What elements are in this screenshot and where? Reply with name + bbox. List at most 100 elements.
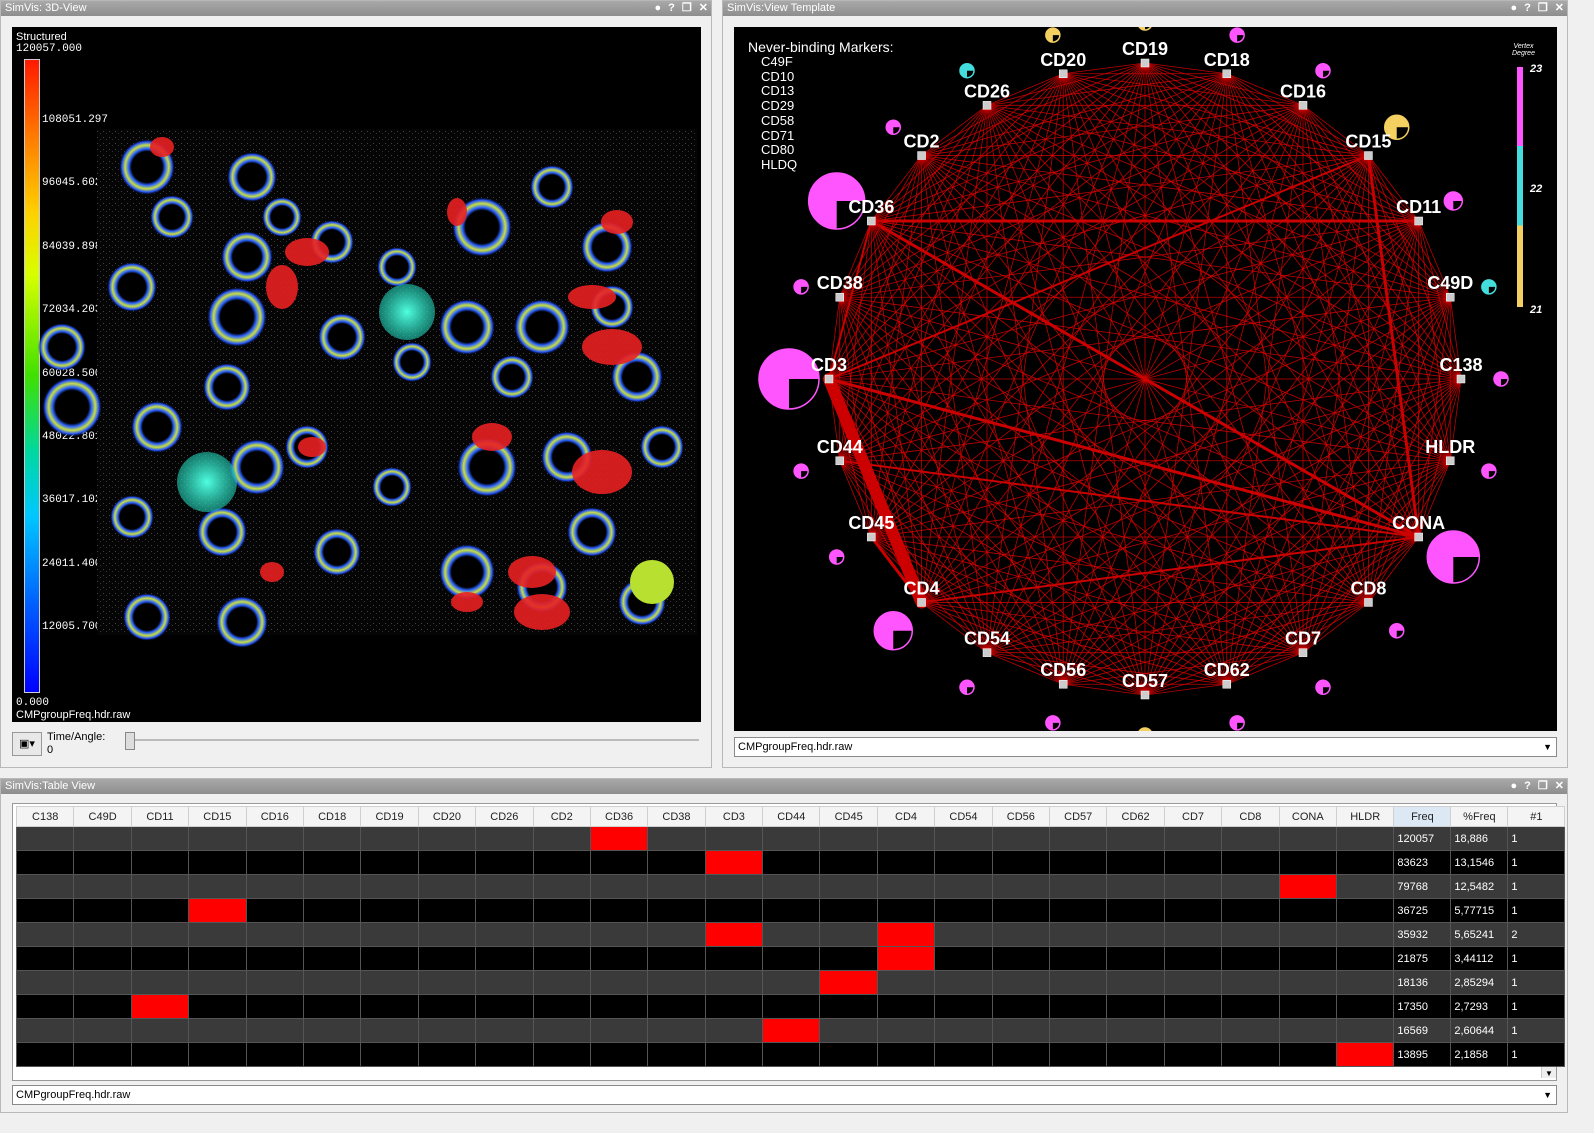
column-header[interactable]: CD7 bbox=[1163, 806, 1223, 827]
column-header[interactable]: CD15 bbox=[188, 806, 247, 827]
column-header[interactable]: Freq bbox=[1393, 806, 1452, 827]
record-icon[interactable]: ● bbox=[655, 1, 662, 16]
column-header[interactable]: HLDR bbox=[1335, 806, 1395, 827]
graph-node[interactable] bbox=[835, 292, 845, 302]
column-header[interactable]: CD45 bbox=[819, 806, 878, 827]
column-header[interactable]: CD3 bbox=[704, 806, 764, 827]
record-icon[interactable]: ● bbox=[1511, 779, 1518, 794]
marker-cell bbox=[302, 898, 362, 923]
column-header[interactable]: CD19 bbox=[360, 806, 419, 827]
graph-node[interactable] bbox=[1058, 69, 1068, 79]
graph-node[interactable] bbox=[1414, 532, 1423, 542]
marker-cell bbox=[1221, 1042, 1280, 1067]
graph-node[interactable] bbox=[867, 532, 876, 542]
marker-cell bbox=[532, 874, 591, 899]
view3d-canvas[interactable]: Structured 120057.000 108051.297 96045.60… bbox=[12, 27, 701, 722]
cell-blob bbox=[318, 313, 366, 361]
graph-node[interactable] bbox=[1364, 151, 1373, 160]
marker-cell bbox=[15, 874, 75, 899]
graph-node[interactable] bbox=[982, 101, 992, 110]
graph-node[interactable] bbox=[1298, 101, 1308, 110]
marker-cell bbox=[1106, 1042, 1165, 1067]
graph-node[interactable] bbox=[867, 216, 876, 226]
cell-blob bbox=[42, 377, 102, 437]
graph-node[interactable] bbox=[1456, 374, 1466, 384]
table-row[interactable]: 16569 2,60644 1 bbox=[15, 1018, 1566, 1043]
column-header[interactable]: CD8 bbox=[1221, 806, 1280, 827]
table-row[interactable]: 83623 13,1546 1 bbox=[15, 850, 1566, 875]
cell-pfreq: 3,44112 bbox=[1450, 946, 1509, 971]
column-header[interactable]: C49D bbox=[73, 806, 132, 827]
column-header[interactable]: #1 bbox=[1507, 806, 1566, 827]
graph-node[interactable] bbox=[1222, 679, 1232, 689]
marker-cell bbox=[417, 1018, 477, 1043]
close-icon[interactable]: ✕ bbox=[699, 1, 708, 16]
time-angle-handle[interactable] bbox=[125, 732, 135, 750]
help-icon[interactable]: ? bbox=[668, 1, 675, 16]
graph-edge bbox=[1144, 602, 1369, 696]
column-header[interactable]: CD16 bbox=[245, 806, 304, 827]
column-header[interactable]: CD56 bbox=[991, 806, 1051, 827]
scroll-down-icon[interactable]: ▼ bbox=[1542, 1069, 1556, 1078]
table-row[interactable]: 36725 5,77715 1 bbox=[15, 898, 1566, 923]
graph-node[interactable] bbox=[1140, 690, 1150, 700]
marker-cell bbox=[188, 1018, 247, 1043]
marker-cell bbox=[934, 850, 993, 875]
marker-cell bbox=[762, 922, 821, 947]
graph-node[interactable] bbox=[982, 648, 992, 657]
graph-node[interactable] bbox=[1445, 456, 1455, 466]
table-row[interactable]: 13895 2,1858 1 bbox=[15, 1042, 1566, 1067]
column-header[interactable]: CONA bbox=[1278, 806, 1337, 827]
table-dataset-select[interactable]: CMPgroupFreq.hdr.raw ▼ bbox=[12, 1085, 1557, 1105]
close-icon[interactable]: ✕ bbox=[1555, 779, 1564, 794]
column-header[interactable]: CD20 bbox=[417, 806, 477, 827]
time-angle-slider[interactable] bbox=[129, 739, 699, 741]
graph-node[interactable] bbox=[1058, 679, 1068, 689]
record-icon[interactable]: ● bbox=[1511, 1, 1518, 16]
never-binding-marker: HLDQ bbox=[761, 156, 798, 172]
column-header[interactable]: CD11 bbox=[130, 806, 190, 827]
column-header[interactable]: CD38 bbox=[647, 806, 706, 827]
column-header[interactable]: CD18 bbox=[302, 806, 362, 827]
column-header[interactable]: CD62 bbox=[1106, 806, 1165, 827]
graph-node[interactable] bbox=[835, 456, 845, 466]
column-header[interactable]: C138 bbox=[15, 806, 75, 827]
marker-cell bbox=[475, 1018, 534, 1043]
graph-canvas[interactable]: CD19 CD18 CD16 CD15 CD11 C49D C138 HLDR CONA CD8 C… bbox=[734, 27, 1557, 731]
column-header[interactable]: CD2 bbox=[532, 806, 591, 827]
camera-button[interactable]: ▣▾ bbox=[12, 732, 42, 756]
graph-node[interactable] bbox=[1222, 69, 1232, 79]
graph-node[interactable] bbox=[1445, 292, 1455, 302]
graph-node[interactable] bbox=[917, 598, 926, 607]
template-dataset-select[interactable]: CMPgroupFreq.hdr.raw ▼ bbox=[734, 737, 1557, 757]
column-header[interactable]: %Freq bbox=[1450, 806, 1509, 827]
column-header[interactable]: CD36 bbox=[589, 806, 649, 827]
column-header[interactable]: CD57 bbox=[1049, 806, 1108, 827]
marker-cell bbox=[704, 826, 764, 851]
table-row[interactable]: 79768 12,5482 1 bbox=[15, 874, 1566, 899]
graph-node[interactable] bbox=[1364, 598, 1373, 607]
table-row[interactable]: 18136 2,85294 1 bbox=[15, 970, 1566, 995]
help-icon[interactable]: ? bbox=[1524, 779, 1531, 794]
restore-icon[interactable]: ❐ bbox=[682, 1, 692, 16]
column-header[interactable]: CD26 bbox=[475, 806, 534, 827]
column-header[interactable]: CD4 bbox=[876, 806, 936, 827]
column-header[interactable]: CD54 bbox=[934, 806, 993, 827]
help-icon[interactable]: ? bbox=[1524, 1, 1531, 16]
graph-node[interactable] bbox=[824, 374, 834, 384]
graph-node[interactable] bbox=[1414, 216, 1423, 226]
graph-node[interactable] bbox=[1140, 58, 1150, 68]
table-row[interactable]: 21875 3,44112 1 bbox=[15, 946, 1566, 971]
marker-cell bbox=[647, 1018, 706, 1043]
graph-node[interactable] bbox=[917, 151, 926, 160]
close-icon[interactable]: ✕ bbox=[1555, 1, 1564, 16]
restore-icon[interactable]: ❐ bbox=[1538, 779, 1548, 794]
table-row[interactable]: 35932 5,65241 2 bbox=[15, 922, 1566, 947]
graph-node[interactable] bbox=[1298, 648, 1308, 657]
table-row[interactable]: 17350 2,7293 1 bbox=[15, 994, 1566, 1019]
restore-icon[interactable]: ❐ bbox=[1538, 1, 1548, 16]
column-header[interactable]: CD44 bbox=[762, 806, 821, 827]
marker-cell bbox=[934, 994, 993, 1019]
marker-cell bbox=[360, 898, 419, 923]
table-row[interactable]: 120057 18,886 1 bbox=[15, 826, 1566, 851]
